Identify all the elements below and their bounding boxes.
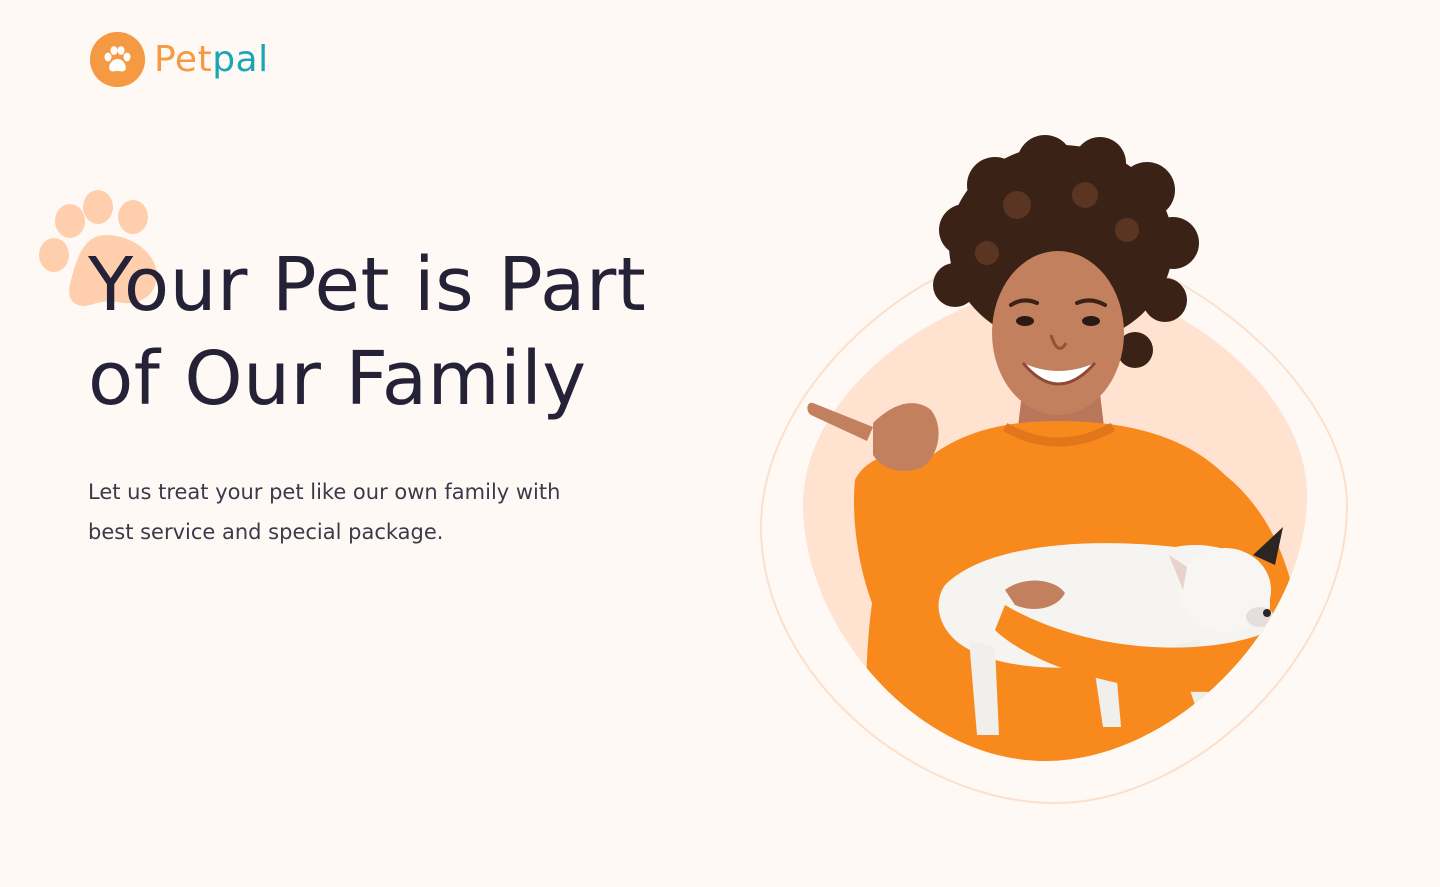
hero-subtitle-line-1: Let us treat your pet like our own famil… [88, 480, 561, 504]
hero-title-line-1: Your Pet is Part [88, 242, 647, 328]
brand-name-pet: Pet [154, 39, 213, 80]
brand-name: Petpal [154, 39, 269, 80]
woman-face [992, 251, 1124, 415]
paw-logo-icon [90, 32, 145, 87]
brand-logo[interactable]: Petpal [90, 32, 269, 87]
brand-name-pal: pal [212, 39, 269, 80]
hero-title: Your Pet is Part of Our Family [88, 238, 728, 426]
hero-subtitle: Let us treat your pet like our own famil… [88, 472, 608, 552]
hero-subtitle-line-2: best service and special package. [88, 520, 444, 544]
hero-image [755, 135, 1355, 815]
hero-title-line-2: of Our Family [88, 336, 587, 422]
